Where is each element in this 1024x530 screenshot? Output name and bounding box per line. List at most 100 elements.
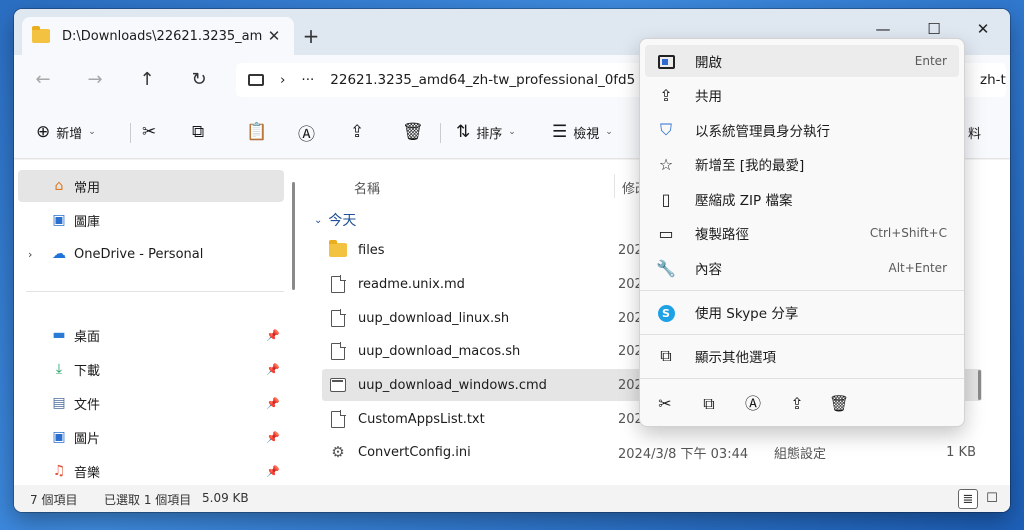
- sidebar-item-pictures[interactable]: ▣ 圖片 📌: [18, 421, 284, 453]
- sidebar-item-desktop[interactable]: ▬ 桌面 📌: [18, 319, 284, 351]
- column-header-name[interactable]: 名稱: [354, 178, 380, 197]
- desktop-icon: ▬: [52, 327, 66, 343]
- menu-item-copy-path[interactable]: ▭ 複製路徑 Ctrl+Shift+C: [645, 217, 959, 249]
- pin-icon[interactable]: 📌: [266, 431, 280, 444]
- document-icon: ▤: [52, 395, 66, 411]
- column-divider[interactable]: [614, 174, 615, 198]
- menu-item-properties[interactable]: 🔧 內容 Alt+Enter: [645, 252, 959, 284]
- menu-item-label: 內容: [695, 262, 722, 278]
- paste-button[interactable]: 📋: [246, 118, 273, 146]
- file-name: ConvertConfig.ini: [358, 444, 471, 460]
- share-icon: ⇪: [659, 85, 673, 105]
- trash-icon: 🗑: [828, 394, 850, 413]
- rename-button[interactable]: Ⓐ: [298, 118, 321, 146]
- music-icon: ♫: [52, 463, 66, 479]
- pin-icon[interactable]: 📌: [266, 329, 280, 342]
- menu-item-shortcut: Enter: [914, 54, 947, 68]
- details-button[interactable]: 料: [968, 118, 981, 146]
- group-header-today[interactable]: ⌄ 今天: [314, 210, 356, 230]
- file-date: 2024/3/8 下午 03:44: [618, 446, 749, 462]
- tab-current[interactable]: D:\Downloads\22621.3235_am ✕: [22, 17, 294, 55]
- sidebar-item-label: 常用: [74, 180, 101, 196]
- share-button[interactable]: ⇪: [350, 118, 370, 146]
- selected-size: 5.09 KB: [202, 491, 249, 505]
- menu-item-compress-zip[interactable]: ▯ 壓縮成 ZIP 檔案: [645, 183, 959, 215]
- pin-icon[interactable]: 📌: [266, 465, 280, 478]
- menu-divider: [640, 334, 964, 335]
- selected-count: 已選取 1 個項目: [104, 493, 192, 507]
- sidebar-item-label: 圖庫: [74, 214, 101, 230]
- menu-item-open[interactable]: 開啟 Enter: [645, 45, 959, 77]
- chevron-down-icon: ⌄: [314, 214, 323, 226]
- pin-icon[interactable]: 📌: [266, 363, 280, 376]
- menu-delete-button[interactable]: 🗑: [826, 391, 852, 417]
- chevron-down-icon: ⌄: [88, 127, 96, 137]
- scissors-icon: ✂: [142, 122, 157, 142]
- menu-divider: [640, 378, 964, 379]
- close-window-button[interactable]: ✕: [960, 13, 1006, 45]
- new-tab-button[interactable]: +: [298, 24, 324, 50]
- address-path-tail: zh-tw_: [980, 72, 1006, 88]
- view-label: 檢視: [573, 126, 600, 142]
- menu-item-skype-share[interactable]: S 使用 Skype 分享: [645, 296, 959, 328]
- details-view-button[interactable]: ≣: [958, 489, 978, 509]
- sidebar-scrollbar[interactable]: [292, 182, 295, 290]
- sidebar-item-documents[interactable]: ▤ 文件 📌: [18, 387, 284, 419]
- sort-button[interactable]: ⇅ 排序 ⌄: [456, 118, 516, 146]
- up-button[interactable]: ↑: [132, 67, 162, 93]
- view-button[interactable]: ☰ 檢視 ⌄: [552, 118, 613, 146]
- tiles-view-button[interactable]: ☐: [982, 489, 1002, 509]
- refresh-button[interactable]: ↻: [184, 67, 214, 93]
- menu-quick-actions: ✂ ⧉ Ⓐ ⇪ 🗑: [640, 389, 964, 419]
- sort-label: 排序: [476, 126, 503, 142]
- menu-copy-button[interactable]: ⧉: [696, 391, 722, 417]
- copy-button[interactable]: ⧉: [192, 118, 210, 146]
- back-button[interactable]: ←: [28, 67, 58, 93]
- forward-button[interactable]: →: [80, 67, 110, 93]
- address-overflow-button[interactable]: ···: [301, 72, 314, 88]
- tab-close-button[interactable]: ✕: [264, 27, 284, 45]
- text-file-icon: [328, 410, 348, 428]
- file-row[interactable]: ⚙ ConvertConfig.ini 2024/3/8 下午 03:44 組態…: [322, 436, 982, 468]
- menu-share-button[interactable]: ⇪: [784, 391, 810, 417]
- this-pc-icon: [248, 74, 264, 86]
- file-size: 1 KB: [946, 444, 976, 460]
- sidebar-item-label: 圖片: [74, 431, 101, 447]
- sidebar-item-label: 音樂: [74, 465, 101, 481]
- sidebar-item-music[interactable]: ♫ 音樂 📌: [18, 455, 284, 487]
- scissors-icon: ✂: [658, 394, 672, 413]
- copy-icon: ⧉: [703, 394, 715, 413]
- delete-button[interactable]: 🗑: [402, 118, 430, 146]
- sidebar-item-downloads[interactable]: ⤓ 下載 📌: [18, 353, 284, 385]
- sidebar-item-home[interactable]: ⌂ 常用: [18, 170, 284, 202]
- sidebar-item-label: 桌面: [74, 329, 101, 345]
- menu-cut-button[interactable]: ✂: [652, 391, 678, 417]
- file-icon: [328, 309, 348, 327]
- file-name: uup_download_linux.sh: [358, 310, 510, 326]
- details-label-partial: 料: [968, 126, 982, 142]
- sidebar-item-onedrive[interactable]: › ☁ OneDrive - Personal: [18, 238, 284, 270]
- pin-icon[interactable]: 📌: [266, 397, 280, 410]
- menu-rename-button[interactable]: Ⓐ: [740, 391, 766, 417]
- plus-circle-icon: ⊕: [36, 122, 51, 142]
- cloud-icon: ☁: [52, 246, 66, 262]
- address-path: 22621.3235_amd64_zh-tw_professional_0fd5: [330, 72, 636, 88]
- menu-item-label: 開啟: [695, 55, 722, 71]
- file-name: uup_download_macos.sh: [358, 343, 521, 359]
- menu-item-label: 共用: [695, 89, 722, 105]
- menu-item-share[interactable]: ⇪ 共用: [645, 79, 959, 111]
- chevron-right-icon[interactable]: ›: [28, 248, 32, 261]
- menu-item-show-more-options[interactable]: ⧉ 顯示其他選項: [645, 340, 959, 372]
- menu-item-add-favorites[interactable]: ☆ 新增至 [我的最愛]: [645, 148, 959, 180]
- zip-icon: ▯: [661, 189, 671, 209]
- view-list-icon: ☰: [552, 122, 568, 142]
- cut-button[interactable]: ✂: [142, 118, 162, 146]
- navigation-pane: ⌂ 常用 ▣ 圖庫 › ☁ OneDrive - Personal ▬ 桌面 📌…: [14, 160, 296, 485]
- file-name: uup_download_windows.cmd: [358, 377, 547, 393]
- file-list-scrollbar[interactable]: [978, 370, 981, 400]
- new-button[interactable]: ⊕ 新增 ⌄: [36, 118, 96, 146]
- sidebar-item-gallery[interactable]: ▣ 圖庫: [18, 204, 284, 236]
- menu-item-run-as-admin[interactable]: ⛉ 以系統管理員身分執行: [645, 114, 959, 146]
- menu-item-label: 顯示其他選項: [695, 350, 776, 366]
- menu-item-shortcut: Ctrl+Shift+C: [869, 226, 947, 240]
